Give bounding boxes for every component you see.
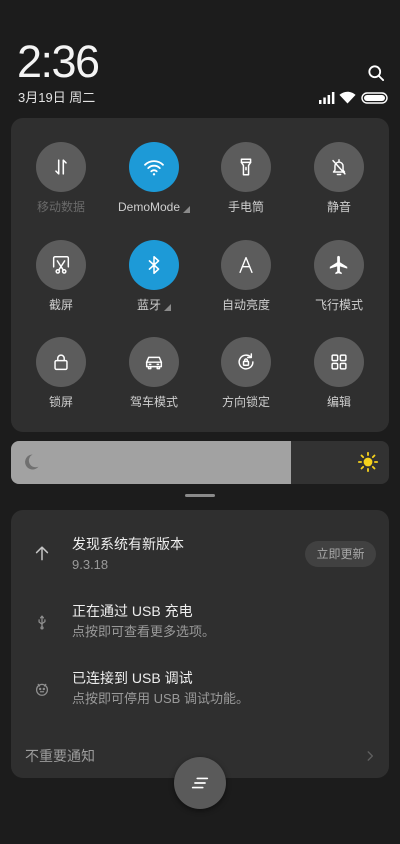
tile-label: DemoMode bbox=[117, 200, 181, 214]
tile-label: 飞行模式 bbox=[314, 298, 363, 312]
notification-panel: 发现系统有新版本 9.3.18 立即更新 正在通过 USB 充电 点按即可查看更… bbox=[11, 510, 389, 778]
battery-icon bbox=[361, 92, 388, 104]
tile-toggle[interactable] bbox=[129, 337, 179, 387]
tile-label-row: 静音 bbox=[293, 199, 385, 215]
tile-toggle[interactable] bbox=[221, 142, 271, 192]
tile-label-row: 自动亮度 bbox=[200, 297, 292, 313]
rotation-lock-icon bbox=[235, 351, 257, 373]
search-icon[interactable] bbox=[366, 63, 386, 83]
tile-lock-screen[interactable]: 锁屏 bbox=[15, 337, 107, 415]
unimportant-notifications-label: 不重要通知 bbox=[25, 748, 95, 764]
brightness-fill[interactable] bbox=[11, 441, 291, 484]
tile-toggle[interactable] bbox=[36, 240, 86, 290]
moon-icon bbox=[21, 452, 41, 472]
notification-title: 正在通过 USB 充电 bbox=[72, 603, 193, 619]
tile-screenshot[interactable]: 截屏 bbox=[15, 240, 107, 318]
mobile-data-icon bbox=[50, 156, 72, 178]
usb-debug-icon bbox=[32, 679, 52, 699]
edit-icon bbox=[328, 351, 350, 373]
tile-label-row: 移动数据 bbox=[15, 199, 107, 215]
chevron-right-icon bbox=[363, 749, 377, 763]
tile-label-row: 锁屏 bbox=[15, 394, 107, 410]
tile-mobile-data[interactable]: 移动数据 bbox=[15, 142, 107, 220]
tile-driving-mode[interactable]: 驾车模式 bbox=[108, 337, 200, 415]
mute-icon bbox=[328, 156, 350, 178]
clock-date[interactable]: 3月19日 周二 bbox=[18, 89, 95, 107]
tile-label: 静音 bbox=[326, 200, 351, 214]
bluetooth-icon bbox=[143, 254, 165, 276]
tile-label: 蓝牙 bbox=[136, 298, 161, 312]
tile-label: 自动亮度 bbox=[221, 298, 270, 312]
clear-all-button[interactable] bbox=[174, 757, 226, 809]
tile-toggle[interactable] bbox=[314, 142, 364, 192]
auto-brightness-icon bbox=[235, 254, 257, 276]
tile-auto-brightness[interactable]: 自动亮度 bbox=[200, 240, 292, 318]
wifi-status-icon bbox=[339, 91, 356, 104]
tile-toggle[interactable] bbox=[314, 240, 364, 290]
notification-usb-debugging[interactable]: 已连接到 USB 调试 点按即可停用 USB 调试功能。 bbox=[11, 668, 389, 714]
tile-menu-indicator-icon[interactable] bbox=[183, 205, 191, 213]
tile-label: 锁屏 bbox=[48, 395, 73, 409]
notification-title: 发现系统有新版本 bbox=[72, 536, 184, 552]
tile-label: 编辑 bbox=[326, 395, 351, 409]
notification-title: 已连接到 USB 调试 bbox=[72, 670, 193, 686]
notification-text: 9.3.18 bbox=[72, 557, 109, 572]
tile-label-row: 飞行模式 bbox=[293, 297, 385, 313]
tile-label-row: 编辑 bbox=[293, 394, 385, 410]
tile-label: 手电筒 bbox=[227, 200, 264, 214]
tile-label-row: 蓝牙 bbox=[108, 297, 200, 313]
brightness-slider[interactable] bbox=[11, 441, 389, 484]
tile-toggle[interactable] bbox=[129, 240, 179, 290]
tile-edit[interactable]: 编辑 bbox=[293, 337, 385, 415]
lock-icon bbox=[50, 351, 72, 373]
signal-icon bbox=[319, 92, 335, 104]
tile-toggle[interactable] bbox=[314, 337, 364, 387]
notification-text: 点按即可停用 USB 调试功能。 bbox=[72, 691, 249, 706]
tile-label-row: 驾车模式 bbox=[108, 394, 200, 410]
tile-mute[interactable]: 静音 bbox=[293, 142, 385, 220]
tile-toggle[interactable] bbox=[221, 337, 271, 387]
screenshot-icon bbox=[50, 254, 72, 276]
tile-label-row: 方向锁定 bbox=[200, 394, 292, 410]
notification-text: 点按即可查看更多选项。 bbox=[72, 624, 216, 639]
tile-airplane-mode[interactable]: 飞行模式 bbox=[293, 240, 385, 318]
sun-icon bbox=[357, 451, 379, 473]
flashlight-icon bbox=[235, 156, 257, 178]
tile-label: 截屏 bbox=[48, 298, 73, 312]
tile-label-row: 手电筒 bbox=[200, 199, 292, 215]
tile-toggle[interactable] bbox=[36, 337, 86, 387]
usb-icon bbox=[32, 612, 52, 632]
clear-all-icon bbox=[189, 772, 211, 794]
tile-toggle[interactable] bbox=[221, 240, 271, 290]
tile-rotation-lock[interactable]: 方向锁定 bbox=[200, 337, 292, 415]
tile-label-row: DemoMode bbox=[108, 199, 200, 215]
panel-drag-handle[interactable] bbox=[185, 494, 215, 497]
tile-toggle[interactable] bbox=[129, 142, 179, 192]
notification-system-update[interactable]: 发现系统有新版本 9.3.18 立即更新 bbox=[11, 534, 389, 580]
notification-usb-charging[interactable]: 正在通过 USB 充电 点按即可查看更多选项。 bbox=[11, 601, 389, 647]
wifi-icon bbox=[142, 155, 166, 179]
clock-time[interactable]: 2:36 bbox=[17, 38, 100, 86]
airplane-icon bbox=[328, 254, 350, 276]
tile-label-row: 截屏 bbox=[15, 297, 107, 313]
tile-menu-indicator-icon[interactable] bbox=[164, 303, 171, 311]
tile-flashlight[interactable]: 手电筒 bbox=[200, 142, 292, 220]
tile-bluetooth[interactable]: 蓝牙 bbox=[108, 240, 200, 318]
tile-wifi[interactable]: DemoMode bbox=[108, 142, 200, 220]
update-now-button[interactable]: 立即更新 bbox=[305, 541, 376, 567]
car-icon bbox=[143, 351, 165, 373]
tile-label: 移动数据 bbox=[36, 200, 85, 214]
tile-label: 驾车模式 bbox=[129, 395, 178, 409]
system-update-icon bbox=[32, 543, 52, 563]
tile-label: 方向锁定 bbox=[221, 395, 270, 409]
tile-toggle[interactable] bbox=[36, 142, 86, 192]
